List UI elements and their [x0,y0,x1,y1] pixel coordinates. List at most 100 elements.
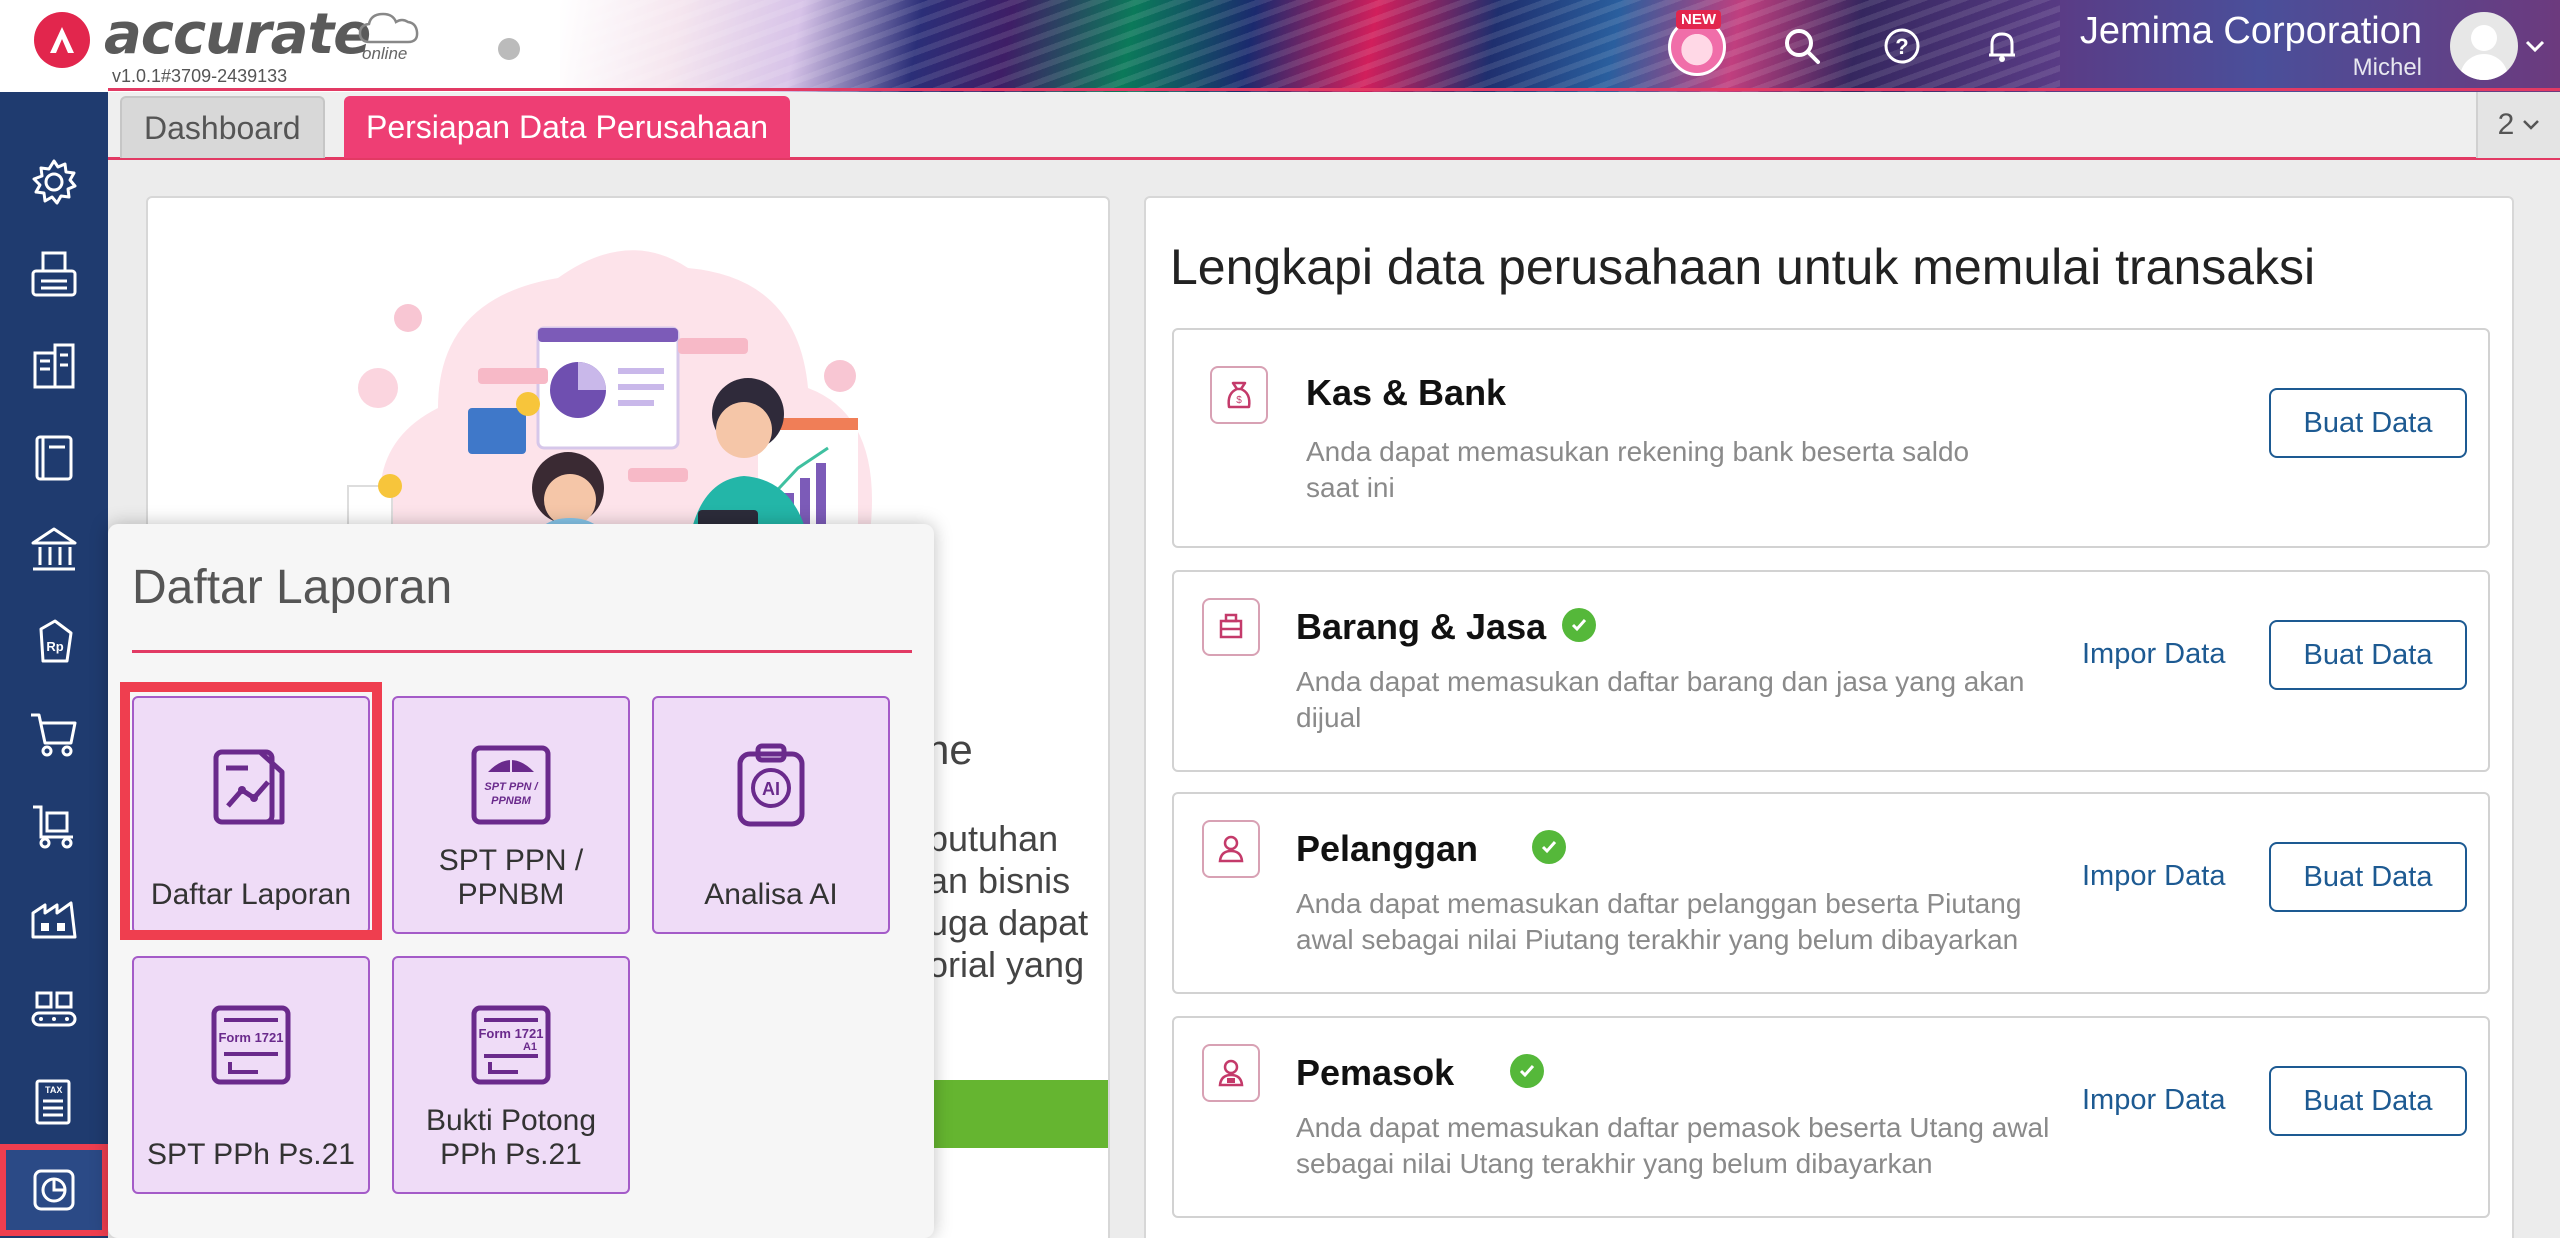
sidebar-item-pricing[interactable]: Rp [0,596,108,688]
sidebar-item-sales[interactable] [0,688,108,780]
tile-spt-pph-21[interactable]: Form 1721 SPT PPh Ps.21 [132,956,370,1194]
tile-label: SPT PPh Ps.21 [147,1138,355,1171]
entry-description: Anda dapat memasukan daftar barang dan j… [1296,666,2025,733]
version-label: v1.0.1#3709-2439133 [112,66,288,86]
entry-title: Kas & Bank [1306,372,1507,413]
entry-description: Anda dapat memasukan daftar pemasok bese… [1296,1112,2050,1179]
building-icon [33,343,75,389]
form-icon-text: Form 1721 [218,1030,283,1045]
tile-label: SPT PPN / PPNBM [438,844,584,911]
search-icon[interactable] [1778,22,1826,70]
tile-spt-ppn[interactable]: SPT PPN / PPNBM SPT PPN / PPNBM [392,696,630,934]
sidebar-item-fax[interactable] [0,228,108,320]
check-icon [1532,830,1566,864]
setup-entry-kas-bank: $ Kas & Bank Anda dapat memasukan rekeni… [1172,328,2490,548]
form-icon-text: A1 [523,1041,537,1053]
chevron-down-icon[interactable] [2524,36,2546,56]
tab-persiapan-data[interactable]: Persiapan Data Perusahaan [344,96,791,158]
sidebar-item-settings[interactable] [0,136,108,228]
setup-card-title: Lengkapi data perusahaan untuk memulai t… [1170,239,2316,295]
book-icon [35,435,73,481]
setup-entry-barang-jasa: Barang & Jasa Anda dapat memasukan dafta… [1172,570,2490,772]
welcome-text-line: an bisnis [928,860,1071,901]
buat-data-button[interactable]: Buat Data [2269,1066,2467,1136]
welcome-text-line: uga dapat [928,902,1089,943]
tab-dashboard[interactable]: Dashboard [120,96,325,158]
setup-entry-pemasok: Pemasok Anda dapat memasukan daftar pema… [1172,1016,2490,1218]
start-button[interactable] [918,1080,1108,1148]
fax-icon [31,251,77,297]
delivery-cart-icon [33,805,73,849]
help-icon[interactable]: ? [1878,22,1926,70]
entry-title: Pemasok [1296,1052,1455,1093]
sidebar-item-purchase[interactable] [0,780,108,872]
check-icon [1562,608,1596,642]
tab-count: 2 [2497,108,2515,141]
supplier-icon [1202,1044,1260,1102]
customer-icon [1202,820,1260,878]
tab-count-dropdown[interactable]: 2 [2476,92,2560,158]
form-1721-a1-icon: Form 1721 A1 [471,1005,551,1085]
tax-form-icon: TAX [35,1079,71,1125]
buat-data-button[interactable]: Buat Data [2269,388,2467,458]
tab-strip: Dashboard Persiapan Data Perusahaan 2 [108,92,2560,160]
new-badge: NEW [1676,10,1721,29]
avatar[interactable] [2450,12,2518,80]
popup-title: Daftar Laporan [132,561,453,614]
impor-data-link[interactable]: Impor Data [2082,860,2225,893]
company-name[interactable]: Jemima Corporation [2080,10,2422,53]
sidebar-item-tax[interactable]: TAX [0,1056,108,1148]
svg-text:Rp: Rp [46,639,63,654]
buat-data-button[interactable]: Buat Data [2269,620,2467,690]
sidebar-item-inventory[interactable] [0,872,108,964]
sidebar-item-ledger[interactable] [0,412,108,504]
factory-icon [31,901,77,939]
sidebar-item-bank[interactable] [0,504,108,596]
tile-bukti-potong[interactable]: Form 1721 A1 Bukti Potong PPh Ps.21 [392,956,630,1194]
tile-label: Bukti Potong PPh Ps.21 [425,1104,597,1171]
price-tag-icon: Rp [39,619,73,663]
chevron-down-icon [2523,120,2540,130]
entry-description: Anda dapat memasukan rekening bank beser… [1306,436,1970,503]
tile-label: Analisa AI [704,878,838,911]
business-illustration [347,250,872,548]
check-icon [1510,1054,1544,1088]
brand-online: online [362,44,408,63]
gear-icon [32,159,77,205]
welcome-text-line: orial yang [928,944,1085,985]
brand-name: accurate [104,2,371,67]
top-bar: accurate online v1.0.1#3709-2439133 NEW … [0,0,2560,92]
spt-ppn-icon-text: SPT PPN / [484,781,539,793]
svg-text:TAX: TAX [45,1085,62,1095]
entry-title: Barang & Jasa [1296,606,1547,647]
entry-title: Pelanggan [1296,828,1479,869]
user-name[interactable]: Michel [2353,54,2422,82]
form-1721-icon: Form 1721 [211,1005,291,1085]
tile-analisa-ai[interactable]: AI Analisa AI [652,696,890,934]
setup-entry-pelanggan: Pelanggan Anda dapat memasukan daftar pe… [1172,792,2490,994]
sidebar-item-manufacturing[interactable] [0,964,108,1056]
sidebar-item-reports[interactable] [0,1144,108,1236]
notification-bell-icon[interactable] [1978,22,2026,70]
svg-text:$: $ [1236,395,1242,406]
conveyor-icon [31,991,77,1027]
report-chart-icon [33,1169,75,1211]
header-divider [108,88,2560,91]
header-decoration [560,0,2060,92]
svg-text:?: ? [1895,34,1908,59]
accurate-logo-icon[interactable] [34,12,90,68]
spt-ppn-icon: SPT PPN / PPNBM [471,745,551,825]
sidebar: Rp TAX [0,92,108,1238]
impor-data-link[interactable]: Impor Data [2082,1084,2225,1117]
cloud-icon [358,12,419,44]
sidebar-item-company[interactable] [0,320,108,412]
selection-highlight [120,682,382,940]
ai-icon-text: AI [762,779,780,799]
spt-ppn-icon-text: PPNBM [491,795,532,807]
setup-card: Lengkapi data perusahaan untuk memulai t… [1144,196,2514,1238]
popup-divider [132,650,912,653]
impor-data-link[interactable]: Impor Data [2082,638,2225,671]
cart-box-icon [1202,598,1260,656]
ai-clipboard-icon: AI [737,743,805,827]
buat-data-button[interactable]: Buat Data [2269,842,2467,912]
